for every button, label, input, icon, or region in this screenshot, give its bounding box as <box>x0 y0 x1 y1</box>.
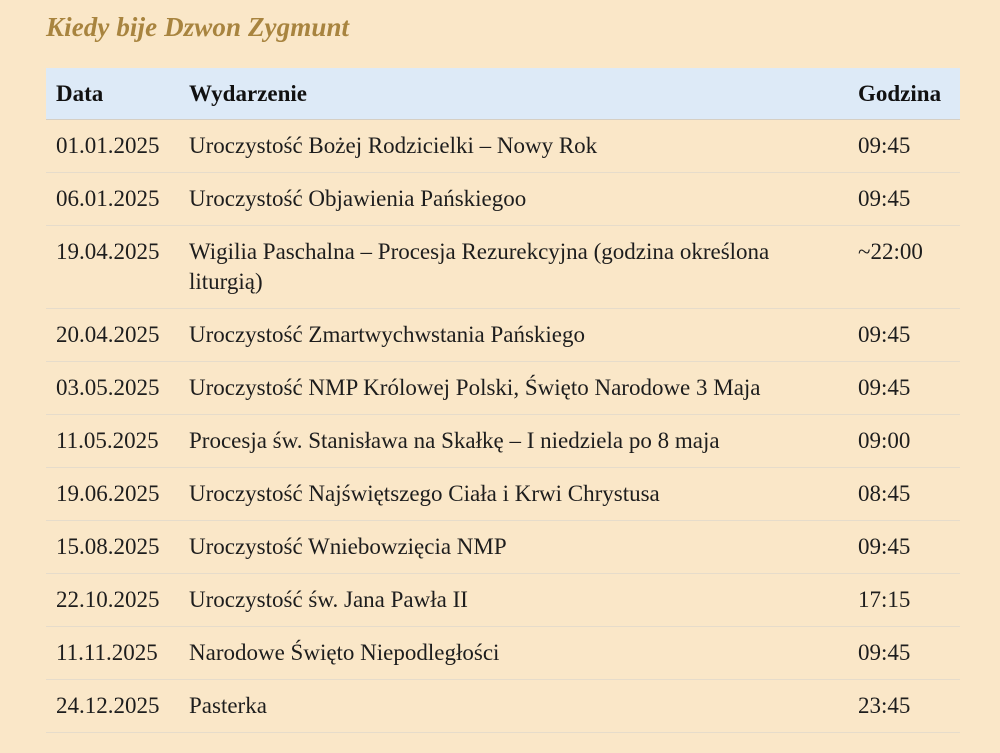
row-time: 08:45 <box>848 467 960 521</box>
row-date: 22.10.2025 <box>46 573 179 627</box>
page-title: Kiedy bije Dzwon Zygmunt <box>46 12 350 42</box>
column-header-date: Data <box>46 68 179 120</box>
row-time: 09:00 <box>848 414 960 468</box>
row-time: 23:45 <box>848 679 960 733</box>
row-time: ~22:00 <box>848 225 960 309</box>
row-date: 11.11.2025 <box>46 626 179 680</box>
column-header-time: Godzina <box>848 68 960 120</box>
table-row: 19.04.2025 Wigilia Paschalna – Procesja … <box>46 225 960 309</box>
row-event: Uroczystość Zmartwychwstania Pańskiego <box>179 308 848 362</box>
row-event: Uroczystość Bożej Rodzicielki – Nowy Rok <box>179 119 848 173</box>
row-date: 24.12.2025 <box>46 679 179 733</box>
row-event: Wigilia Paschalna – Procesja Rezurekcyjn… <box>179 225 848 309</box>
table-body: 01.01.2025 Uroczystość Bożej Rodzicielki… <box>46 119 960 733</box>
table-row: 22.10.2025 Uroczystość św. Jana Pawła II… <box>46 573 960 627</box>
row-time: 09:45 <box>848 361 960 415</box>
row-event: Narodowe Święto Niepodległości <box>179 626 848 680</box>
table-row: 19.06.2025 Uroczystość Najświętszego Cia… <box>46 467 960 521</box>
table-row: 03.05.2025 Uroczystość NMP Królowej Pols… <box>46 361 960 415</box>
row-date: 19.04.2025 <box>46 225 179 309</box>
row-event: Uroczystość Najświętszego Ciała i Krwi C… <box>179 467 848 521</box>
row-time: 17:15 <box>848 573 960 627</box>
row-event: Uroczystość NMP Królowej Polski, Święto … <box>179 361 848 415</box>
row-event: Pasterka <box>179 679 848 733</box>
row-date: 01.01.2025 <box>46 119 179 173</box>
row-date: 06.01.2025 <box>46 172 179 226</box>
row-date: 20.04.2025 <box>46 308 179 362</box>
table-header: Data Wydarzenie Godzina <box>46 68 960 120</box>
table-row: 11.11.2025 Narodowe Święto Niepodległośc… <box>46 626 960 680</box>
row-time: 09:45 <box>848 172 960 226</box>
row-date: 11.05.2025 <box>46 414 179 468</box>
table-row: 11.05.2025 Procesja św. Stanisława na Sk… <box>46 414 960 468</box>
table-row: 20.04.2025 Uroczystość Zmartwychwstania … <box>46 308 960 362</box>
row-time: 09:45 <box>848 308 960 362</box>
table-header-row: Data Wydarzenie Godzina <box>46 68 960 120</box>
row-time: 09:45 <box>848 626 960 680</box>
row-event: Uroczystość Wniebowzięcia NMP <box>179 520 848 574</box>
table-row: 24.12.2025 Pasterka 23:45 <box>46 679 960 733</box>
table-row: 01.01.2025 Uroczystość Bożej Rodzicielki… <box>46 119 960 173</box>
row-date: 19.06.2025 <box>46 467 179 521</box>
row-date: 15.08.2025 <box>46 520 179 574</box>
row-event: Uroczystość Objawienia Pańskiegoo <box>179 172 848 226</box>
bell-schedule-table: Data Wydarzenie Godzina 01.01.2025 Urocz… <box>46 68 960 733</box>
row-date: 03.05.2025 <box>46 361 179 415</box>
row-event: Uroczystość św. Jana Pawła II <box>179 573 848 627</box>
row-time: 09:45 <box>848 119 960 173</box>
column-header-event: Wydarzenie <box>179 68 848 120</box>
table-row: 06.01.2025 Uroczystość Objawienia Pański… <box>46 172 960 226</box>
table-row: 15.08.2025 Uroczystość Wniebowzięcia NMP… <box>46 520 960 574</box>
page: Kiedy bije Dzwon Zygmunt Data Wydarzenie… <box>0 0 1000 753</box>
row-time: 09:45 <box>848 520 960 574</box>
row-event: Procesja św. Stanisława na Skałkę – I ni… <box>179 414 848 468</box>
